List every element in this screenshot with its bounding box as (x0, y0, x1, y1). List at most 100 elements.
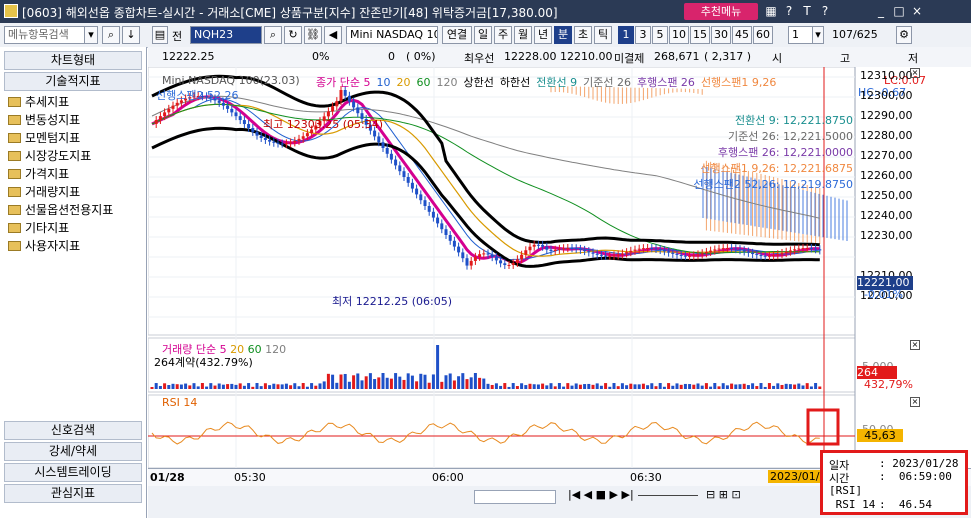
arrow-down-icon[interactable]: ↓ (122, 26, 140, 44)
period-button[interactable]: 월 (514, 26, 532, 44)
question-icon[interactable]: ? (818, 4, 832, 18)
interval-button[interactable]: 60 (753, 26, 773, 44)
period-button[interactable]: 년 (534, 26, 552, 44)
volume-bar (524, 385, 528, 389)
tree-item[interactable]: 가격지표 (8, 165, 69, 183)
close-icon[interactable]: × (910, 4, 924, 18)
volume-bar (599, 385, 603, 389)
zoom-buttons[interactable]: ⊟ ⊞ ⊡ (706, 488, 741, 501)
scrollbar[interactable] (474, 490, 556, 504)
end-icon[interactable]: ▶| (622, 488, 634, 501)
period-button[interactable]: 연결 (442, 26, 472, 44)
ichimoku-value: 선행스팬2 52,26: 12,219.8750 (693, 178, 853, 191)
minimize-icon[interactable]: _ (874, 4, 888, 18)
volume-bar (368, 373, 372, 389)
candle-body (381, 142, 385, 148)
volume-bar (805, 383, 809, 389)
candle-body (658, 249, 662, 251)
menu-search-input[interactable]: 메뉴항목검색 (4, 26, 96, 44)
playback-controls[interactable]: |◀ ◀ ■ ▶ ▶| (568, 488, 634, 501)
settings-icon[interactable]: ⚙ (896, 26, 912, 44)
zoom-out-icon[interactable]: ⊟ (706, 488, 715, 501)
candle-body (524, 250, 528, 255)
best-bid: 12228.00 (504, 50, 557, 63)
candle-body (683, 255, 687, 257)
tree-item[interactable]: 시장강도지표 (8, 147, 91, 165)
signal-search-button[interactable]: 신호검색 (4, 421, 142, 440)
tree-item[interactable]: 추세지표 (8, 93, 69, 111)
volume-bar (562, 386, 566, 389)
tree-item[interactable]: 기타지표 (8, 219, 69, 237)
candle-body (385, 148, 389, 154)
interval-button[interactable]: 10 (669, 26, 689, 44)
close-panel-icon[interactable]: × (910, 68, 920, 78)
stop-icon[interactable]: ■ (596, 488, 606, 501)
strength-button[interactable]: 강세/약세 (4, 442, 142, 461)
chevron-down-icon[interactable]: ▾ (84, 26, 98, 44)
candle-body (515, 259, 519, 263)
code-input[interactable]: NQH23 (190, 26, 262, 44)
folder-icon (8, 241, 21, 251)
interval-button[interactable]: 1 (618, 26, 634, 44)
volume-bar (536, 384, 540, 389)
price-axis-tick: 12300,00 (860, 89, 913, 102)
search-icon[interactable]: ⌕ (264, 26, 282, 44)
interval-button[interactable]: 5 (652, 26, 668, 44)
refresh-icon[interactable]: ↻ (284, 26, 302, 44)
tree-item[interactable]: 사용자지표 (8, 237, 80, 255)
zoom-slider[interactable] (638, 495, 698, 496)
chevron-down-icon[interactable]: ▾ (812, 26, 824, 44)
volume-bar (654, 386, 658, 389)
volume-bar (276, 384, 280, 389)
search-icon[interactable]: ⌕ (102, 26, 120, 44)
grid-icon[interactable]: ▦ (764, 4, 778, 18)
period-button[interactable]: 분 (554, 26, 572, 44)
interval-button[interactable]: 30 (711, 26, 731, 44)
tree-item[interactable]: 선물옵션전용지표 (8, 201, 113, 219)
close-panel-icon[interactable]: × (910, 397, 920, 407)
period-button[interactable]: 주 (494, 26, 512, 44)
recommend-menu-button[interactable]: 추천메뉴 (684, 3, 758, 20)
help-icon[interactable]: ? (782, 4, 796, 18)
interest-indicator-button[interactable]: 관심지표 (4, 484, 142, 503)
chart-area[interactable]: Mini NASDAQ 100(23.03) 종가 단순 5 10 20 60 120 상… (148, 67, 971, 487)
font-icon[interactable]: T (800, 4, 814, 18)
volume-bar (431, 374, 435, 389)
play-icon[interactable]: ▶ (610, 488, 618, 501)
tree-item-label: 시장강도지표 (25, 149, 92, 163)
volume-current-percent: 432,79% (864, 378, 913, 391)
maximize-icon[interactable]: □ (892, 4, 906, 18)
period-button[interactable]: 초 (574, 26, 592, 44)
volume-bar (167, 385, 171, 389)
interval-button[interactable]: 15 (690, 26, 710, 44)
volume-bar (339, 374, 343, 389)
volume-bar (746, 385, 750, 389)
fit-icon[interactable]: ⊡ (731, 488, 740, 501)
current-change-tag: -0,01% (864, 288, 903, 301)
volume-bar (767, 383, 771, 389)
sound-icon[interactable]: ◀ (324, 26, 342, 44)
rewind-icon[interactable]: |◀ (568, 488, 580, 501)
close-panel-icon[interactable]: × (910, 340, 920, 350)
period-button[interactable]: 일 (474, 26, 492, 44)
time-label: 06:30 (630, 471, 662, 484)
period-button[interactable]: 틱 (594, 26, 612, 44)
candle-body (158, 116, 162, 121)
tree-item[interactable]: 모멘텀지표 (8, 129, 80, 147)
candle-body (700, 253, 704, 255)
chart-type-header[interactable]: 차트형태 (4, 51, 142, 70)
volume-bar (444, 375, 448, 389)
prev-icon[interactable]: ◀ (584, 488, 592, 501)
candle-body (389, 153, 393, 160)
volume-bar (738, 384, 742, 389)
chart-icon[interactable]: ▤ (152, 26, 168, 44)
interval-button[interactable]: 3 (635, 26, 651, 44)
tech-indicator-header[interactable]: 기술적지표 (4, 72, 142, 91)
volume-bar (318, 383, 322, 389)
tree-item[interactable]: 거래량지표 (8, 183, 80, 201)
system-trading-button[interactable]: 시스템트레이딩 (4, 463, 142, 482)
interval-button[interactable]: 45 (732, 26, 752, 44)
zoom-in-icon[interactable]: ⊞ (719, 488, 728, 501)
tree-item[interactable]: 변동성지표 (8, 111, 80, 129)
link-icon[interactable]: ⛓ (304, 26, 322, 44)
